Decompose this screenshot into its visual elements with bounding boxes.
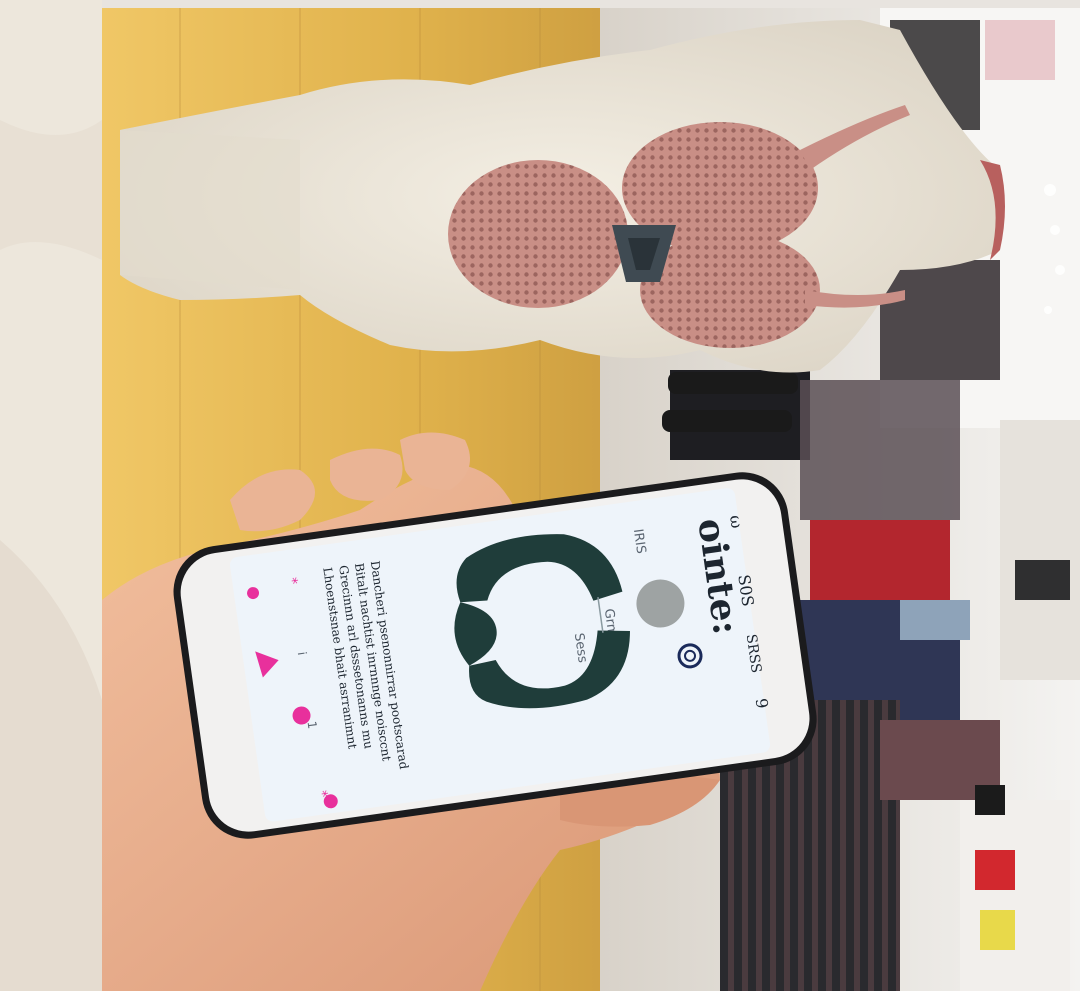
mesh-cup-left <box>448 160 628 308</box>
photo-scene: ointe: ω S0S SRSS 9 IRIS Grms Sess Danch… <box>0 0 1080 991</box>
photo-svg: ointe: ω S0S SRSS 9 IRIS Grms Sess Danch… <box>0 0 1080 991</box>
top-icon-1[interactable]: ω <box>726 514 747 530</box>
